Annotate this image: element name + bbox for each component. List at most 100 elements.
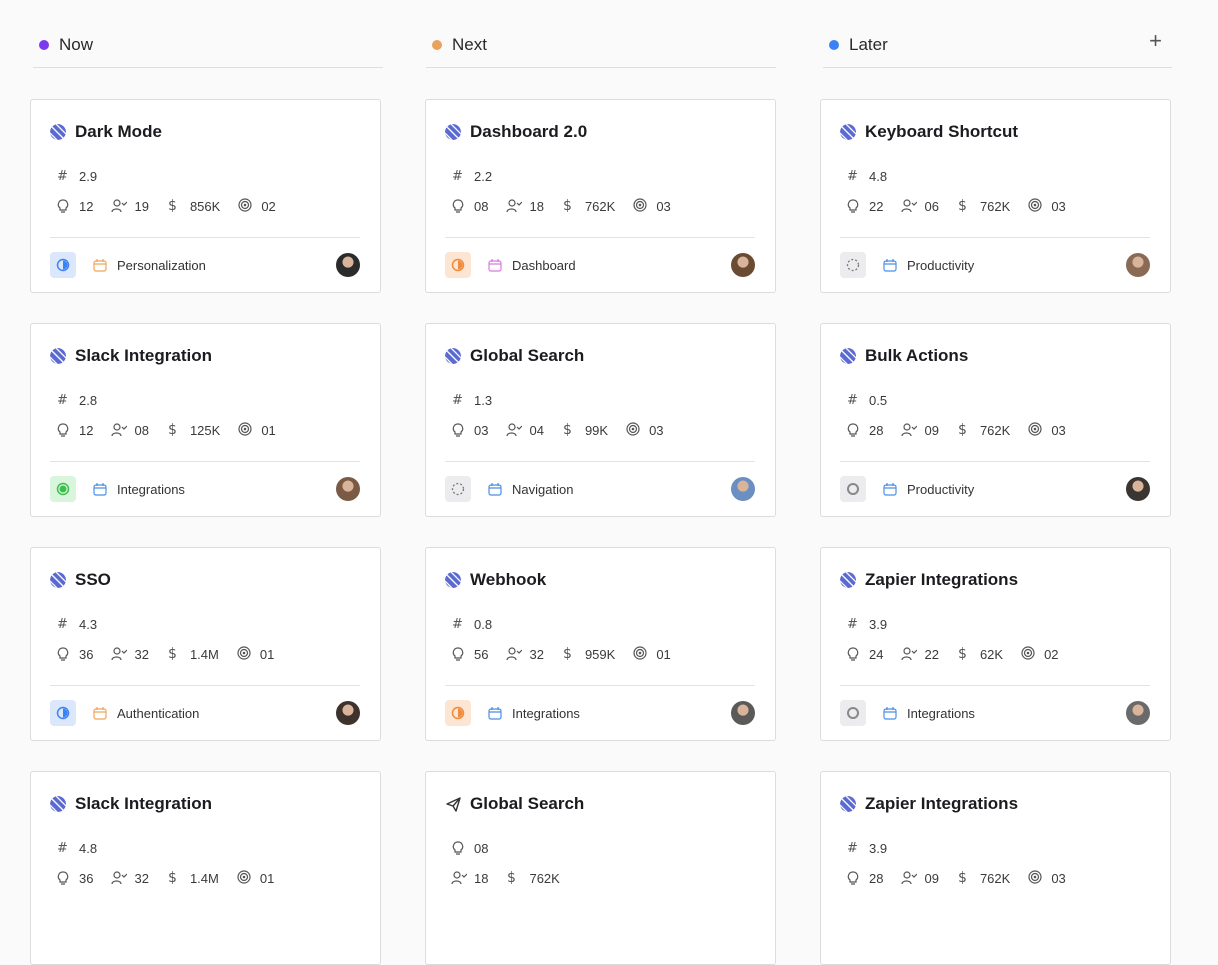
score-stat: #4.8 bbox=[56, 840, 97, 857]
avatar[interactable] bbox=[731, 701, 755, 725]
status-button[interactable] bbox=[50, 476, 76, 502]
category-tag[interactable]: Integrations bbox=[488, 706, 580, 721]
card-stats: #0.8 bbox=[451, 616, 510, 633]
lightbulb-icon bbox=[847, 647, 859, 661]
ideas-stat-value: 56 bbox=[474, 646, 489, 662]
score-stat-value: 2.9 bbox=[79, 168, 98, 184]
avatar[interactable] bbox=[731, 253, 755, 277]
calendar-icon bbox=[93, 707, 107, 720]
card-divider bbox=[50, 237, 360, 238]
feature-card[interactable]: Global Search #1.3 03 04 $99K 03 Navigation bbox=[425, 323, 776, 517]
card-header: Zapier Integrations bbox=[840, 794, 1018, 814]
calendar-icon bbox=[93, 483, 107, 496]
revenue-stat: $762K bbox=[562, 198, 615, 214]
status-button[interactable] bbox=[445, 252, 471, 278]
score-stat-value: 4.8 bbox=[869, 168, 888, 184]
user-check-icon bbox=[111, 647, 128, 661]
status-backlog-icon bbox=[451, 482, 465, 496]
category-tag[interactable]: Dashboard bbox=[488, 258, 576, 273]
card-footer: Integrations bbox=[840, 700, 1150, 726]
svg-text:$: $ bbox=[168, 422, 177, 438]
status-button[interactable] bbox=[445, 700, 471, 726]
svg-text:#: # bbox=[57, 169, 68, 184]
revenue-stat-value: 125K bbox=[189, 422, 221, 438]
feature-card[interactable]: Slack Integration #4.8 36 32 $1.4M 01 bbox=[30, 771, 381, 965]
feature-card[interactable]: Zapier Integrations #3.9 24 22 $62K 02 Integra… bbox=[820, 547, 1171, 741]
column-header-later: Later + bbox=[823, 22, 1172, 68]
users-stat-value: 09 bbox=[924, 422, 939, 438]
feature-card[interactable]: SSO #4.3 36 32 $1.4M 01 Authentication bbox=[30, 547, 381, 741]
user-check-icon bbox=[901, 871, 918, 885]
feature-card[interactable]: Webhook #0.8 56 32 $959K 01 Integrations bbox=[425, 547, 776, 741]
avatar[interactable] bbox=[731, 477, 755, 501]
card-divider bbox=[840, 461, 1150, 462]
ideas-stat-value: 36 bbox=[79, 646, 94, 662]
users-stat: 18 bbox=[451, 870, 488, 886]
calendar-icon bbox=[883, 707, 897, 720]
user-check-icon bbox=[111, 199, 128, 213]
users-stat: 08 bbox=[111, 422, 149, 438]
feature-card[interactable]: Zapier Integrations #3.9 28 09 $762K 03 bbox=[820, 771, 1171, 965]
category-tag[interactable]: Integrations bbox=[883, 706, 975, 721]
status-button[interactable] bbox=[445, 476, 471, 502]
svg-text:$: $ bbox=[958, 870, 967, 886]
svg-text:$: $ bbox=[168, 646, 177, 662]
category-tag[interactable]: Productivity bbox=[883, 482, 974, 497]
avatar[interactable] bbox=[336, 253, 360, 277]
ideas-stat: 36 bbox=[56, 646, 93, 662]
card-stats: #0.5 bbox=[846, 392, 905, 409]
feature-card[interactable]: Bulk Actions #0.5 28 09 $762K 03 Productivity bbox=[820, 323, 1171, 517]
avatar[interactable] bbox=[336, 701, 360, 725]
card-stats: 24 22 $62K 02 bbox=[846, 646, 1077, 662]
feature-card[interactable]: Dashboard 2.0 #2.2 08 18 $762K 03 Dashboard bbox=[425, 99, 776, 293]
user-check-icon bbox=[111, 423, 128, 437]
users-stat: 04 bbox=[506, 422, 544, 438]
avatar[interactable] bbox=[1126, 253, 1150, 277]
hash-icon: # bbox=[847, 393, 858, 408]
category-label: Authentication bbox=[117, 705, 200, 721]
feature-card[interactable]: Global Search 08 18 $762K bbox=[425, 771, 776, 965]
svg-text:$: $ bbox=[958, 422, 967, 438]
avatar[interactable] bbox=[1126, 701, 1150, 725]
calendar-icon bbox=[488, 707, 502, 720]
revenue-stat: $856K bbox=[167, 198, 220, 214]
revenue-stat-value: 762K bbox=[979, 422, 1011, 438]
card-footer: Personalization bbox=[50, 252, 360, 278]
card-title: Bulk Actions bbox=[865, 346, 969, 365]
category-tag[interactable]: Personalization bbox=[93, 258, 206, 273]
lightbulb-icon bbox=[847, 423, 859, 437]
goals-stat-value: 03 bbox=[1051, 870, 1066, 886]
category-tag[interactable]: Integrations bbox=[93, 482, 185, 497]
status-button[interactable] bbox=[840, 476, 866, 502]
status-button[interactable] bbox=[840, 700, 866, 726]
target-icon bbox=[1028, 198, 1042, 212]
feature-card[interactable]: Slack Integration #2.8 12 08 $125K 01 Integrat… bbox=[30, 323, 381, 517]
avatar[interactable] bbox=[336, 477, 360, 501]
add-icon[interactable]: + bbox=[1149, 30, 1162, 52]
card-header: SSO bbox=[50, 570, 111, 590]
feature-card[interactable]: Keyboard Shortcut #4.8 22 06 $762K 03 Producti… bbox=[820, 99, 1171, 293]
goals-stat: 01 bbox=[237, 646, 274, 662]
status-done-icon bbox=[56, 482, 70, 496]
project-icon bbox=[840, 796, 856, 812]
goals-stat: 01 bbox=[633, 646, 671, 662]
svg-text:#: # bbox=[57, 841, 68, 856]
category-tag[interactable]: Authentication bbox=[93, 706, 199, 721]
status-backlog-icon bbox=[846, 258, 860, 272]
status-button[interactable] bbox=[50, 700, 76, 726]
card-footer: Authentication bbox=[50, 700, 360, 726]
status-button[interactable] bbox=[840, 252, 866, 278]
dollar-icon: $ bbox=[507, 870, 516, 886]
card-title: Keyboard Shortcut bbox=[865, 122, 1019, 141]
category-label: Navigation bbox=[512, 481, 574, 497]
category-tag[interactable]: Productivity bbox=[883, 258, 974, 273]
status-button[interactable] bbox=[50, 252, 76, 278]
category-tag[interactable]: Navigation bbox=[488, 482, 573, 497]
user-check-icon bbox=[901, 423, 918, 437]
avatar[interactable] bbox=[1126, 477, 1150, 501]
svg-text:#: # bbox=[452, 393, 463, 408]
feature-card[interactable]: Dark Mode #2.9 12 19 $856K 02 Personalization bbox=[30, 99, 381, 293]
card-stats: #2.2 bbox=[451, 168, 510, 185]
ideas-stat: 28 bbox=[846, 870, 883, 886]
card-stats: 18 $762K bbox=[451, 870, 578, 886]
